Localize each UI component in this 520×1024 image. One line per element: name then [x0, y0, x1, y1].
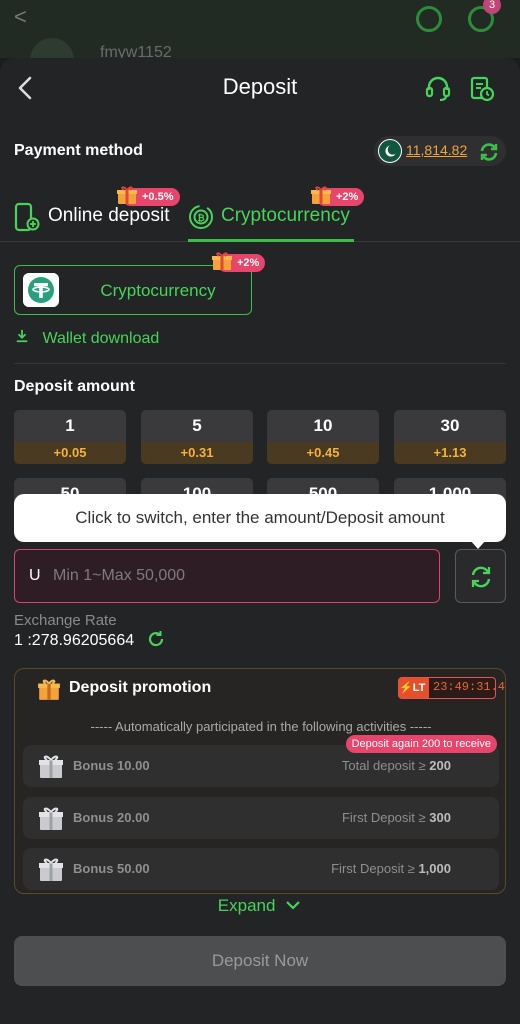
- refresh-rate-icon[interactable]: [147, 630, 165, 648]
- svg-text:₿: ₿: [197, 213, 204, 224]
- amount-bonus: +0.45: [267, 442, 379, 464]
- swap-icon: [471, 566, 491, 588]
- background-support-icon: [416, 6, 442, 32]
- amount-input[interactable]: [53, 558, 423, 594]
- balance-amount: 11,814.82: [406, 142, 468, 158]
- mobile-deposit-icon: [14, 202, 40, 232]
- promotion-item: Bonus 10.00 Total deposit ≥ 200 Deposit …: [23, 735, 499, 787]
- gift-icon: [311, 186, 331, 204]
- timer-value: 23:49:31.4: [433, 680, 506, 694]
- amount-value: 30: [440, 416, 460, 435]
- method-card-label: Cryptocurrency: [100, 281, 216, 300]
- auto-participation-text: ----- Automatically participated in the …: [90, 719, 432, 734]
- amount-value: 5: [192, 416, 202, 435]
- header: Deposit: [0, 58, 520, 120]
- gift-box-icon: [39, 755, 63, 778]
- tooltip-arrow: [470, 540, 486, 549]
- promotion-title: Deposit promotion: [69, 679, 212, 696]
- amount-option[interactable]: 1 +0.05: [14, 410, 126, 464]
- amount-bonus: +1.13: [394, 442, 506, 464]
- balance-widget[interactable]: 11,814.82: [374, 136, 506, 166]
- promotion-item-condition: First Deposit ≥ 300: [341, 810, 451, 825]
- crypto-method-card[interactable]: Cryptocurrency +2%: [14, 252, 266, 315]
- tab-online-deposit-label: Online deposit: [48, 205, 170, 226]
- promotion-item-label: Bonus 20.00: [73, 810, 150, 825]
- countdown-timer: ⚡LT 23:49:31.4: [398, 677, 505, 699]
- deposit-again-pill: Deposit again 200 to receive: [345, 735, 497, 753]
- refresh-balance-icon[interactable]: [478, 141, 500, 163]
- gift-box-icon: [39, 807, 63, 830]
- timer-tag: ⚡LT: [399, 678, 429, 698]
- wallet-download-link[interactable]: Wallet download: [14, 329, 159, 348]
- crypto-coin-icon: ₿: [189, 205, 213, 229]
- background-back-icon: <: [14, 4, 27, 29]
- background-avatar: [30, 38, 74, 58]
- switch-currency-button[interactable]: [455, 549, 506, 603]
- amount-value: 1: [65, 416, 75, 435]
- deposit-amount-label: Deposit amount: [14, 378, 135, 395]
- amount-option[interactable]: 10 +0.45: [267, 410, 379, 464]
- notification-badge: 3: [483, 0, 501, 14]
- online-deposit-bonus-badge: +0.5%: [117, 186, 180, 206]
- tab-cryptocurrency[interactable]: ₿ Cryptocurrency +2%: [188, 186, 365, 242]
- wallet-download-label: Wallet download: [42, 330, 160, 347]
- amount-option[interactable]: 30 +1.13: [394, 410, 506, 464]
- expand-label: Expand: [217, 896, 276, 915]
- payment-tabs: Online deposit +0.5% ₿ Cryptocurrency +2…: [0, 186, 520, 242]
- expand-toggle[interactable]: Expand: [0, 896, 520, 916]
- promotion-item: Bonus 20.00 First Deposit ≥ 300: [23, 797, 499, 839]
- background-username: fmyw1152: [100, 44, 172, 58]
- tab-cryptocurrency-label: Cryptocurrency: [221, 205, 350, 226]
- divider: [14, 363, 506, 364]
- exchange-rate: 1 :278.96205664: [14, 630, 165, 650]
- promotion-item-label: Bonus 50.00: [73, 861, 150, 876]
- gift-icon: [117, 186, 137, 204]
- customer-support-icon[interactable]: [424, 75, 452, 103]
- exchange-rate-value: 1 :278.96205664: [14, 632, 135, 649]
- amount-input-box: U: [14, 549, 440, 603]
- exchange-rate-label: Exchange Rate: [14, 612, 117, 629]
- crypto-tab-bonus-badge: +2%: [311, 186, 365, 206]
- gift-icon: [212, 252, 232, 270]
- method-card-bonus-badge: +2%: [212, 252, 266, 272]
- deposit-now-button[interactable]: Deposit Now: [14, 936, 506, 986]
- currency-prefix: U: [29, 567, 41, 584]
- payment-method-label: Payment method: [14, 142, 143, 159]
- promotion-item: Bonus 50.00 First Deposit ≥ 1,000: [23, 848, 499, 890]
- gift-box-icon: [39, 858, 63, 881]
- amount-value: 10: [313, 416, 333, 435]
- chevron-down-icon: [286, 901, 300, 910]
- promotion-item-label: Bonus 10.00: [73, 758, 150, 773]
- download-icon: [16, 329, 28, 343]
- tooltip-text: Click to switch, enter the amount/Deposi…: [75, 508, 445, 527]
- amount-bonus: +0.31: [141, 442, 253, 464]
- tether-logo-icon: [23, 273, 59, 307]
- promotion-item-condition: First Deposit ≥ 1,000: [331, 861, 451, 876]
- amount-option[interactable]: 5 +0.31: [141, 410, 253, 464]
- switch-tooltip: Click to switch, enter the amount/Deposi…: [14, 494, 506, 549]
- promotion-gift-icon: [38, 679, 60, 700]
- amount-bonus: +0.05: [14, 442, 126, 464]
- deposit-sheet: Deposit Payment method 11,814.82 Online …: [0, 58, 520, 1024]
- pakistan-flag-icon: [378, 139, 402, 163]
- deposit-records-icon[interactable]: [468, 75, 496, 103]
- deposit-promotion-panel: Deposit promotion ⚡LT 23:49:31.4 ----- A…: [14, 668, 506, 894]
- promotion-item-condition: Total deposit ≥ 200: [341, 758, 451, 773]
- background-page: < fmyw1152 3: [0, 0, 520, 58]
